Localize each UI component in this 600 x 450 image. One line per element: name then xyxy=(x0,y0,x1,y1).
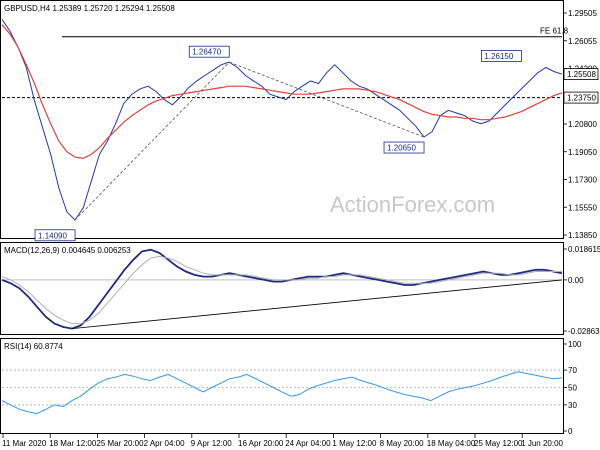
price-y-tick-label: 1.26055 xyxy=(568,37,597,46)
watermark: ActionForex.com xyxy=(330,192,495,217)
x-tick-label: 1 May 12:00 xyxy=(332,439,377,448)
chart-canvas: ActionForex.com GBPUSD,H4 1.25389 1.2572… xyxy=(0,0,600,448)
price-annotation-label: 1.26470 xyxy=(192,48,221,57)
price-y-tick-label: 1.17300 xyxy=(568,176,597,185)
x-tick-label: 2 Apr 04:00 xyxy=(144,439,185,448)
macd-y-tick-label: 0.00 xyxy=(568,276,584,285)
price-y-tick-label: 1.13850 xyxy=(568,231,597,240)
price-y-tick-label: 1.15550 xyxy=(568,203,597,212)
price-y-tick-label: 1.29505 xyxy=(568,9,597,18)
x-tick-label: 25 Mar 20:00 xyxy=(96,439,144,448)
x-tick-label: 8 May 20:00 xyxy=(380,439,425,448)
price-header: GBPUSD,H4 1.25389 1.25720 1.25294 1.2550… xyxy=(4,4,175,13)
price-y-tick-label: 1.20800 xyxy=(568,120,597,129)
x-tick-label: 18 Mar 12:00 xyxy=(49,439,97,448)
rsi-y-tick-label: 30 xyxy=(568,401,577,410)
x-axis-layer: 11 Mar 2020 18 Mar 12:00 25 Mar 20:00 2 Apr… xyxy=(2,434,564,448)
price-annotation-label: 1.26150 xyxy=(484,52,513,61)
x-tick-label: 24 Apr 04:00 xyxy=(285,439,331,448)
level-price-label: 1.23750 xyxy=(567,94,596,103)
y-axis-layer: 1.295051.260551.243001.225501.208001.190… xyxy=(563,9,600,436)
price-annotation-label: 1.20650 xyxy=(387,144,416,153)
rsi-y-tick-label: 0 xyxy=(568,427,573,436)
price-annotation-label: 1.14090 xyxy=(38,231,67,240)
x-tick-label: 9 Apr 12:00 xyxy=(191,439,232,448)
macd-header: MACD(12,26,9) 0.004645 0.006253 xyxy=(4,246,131,255)
current-price-label: 1.25508 xyxy=(567,70,596,79)
x-tick-label: 25 May 12:00 xyxy=(474,439,523,448)
fe-level-label: FE 61.8 xyxy=(540,27,569,36)
x-tick-label: 16 Apr 20:00 xyxy=(238,439,284,448)
macd-y-tick-label: -0.028631 xyxy=(568,327,600,336)
rsi-panel xyxy=(0,338,564,434)
x-tick-label: 11 Mar 2020 xyxy=(2,439,47,448)
macd-y-tick-label: 0.018615 xyxy=(568,245,600,254)
rsi-y-tick-label: 50 xyxy=(568,384,577,393)
rsi-header: RSI(14) 60.8774 xyxy=(4,342,63,351)
price-y-tick-label: 1.19050 xyxy=(568,148,597,157)
x-tick-label: 18 May 04:00 xyxy=(427,439,476,448)
rsi-y-tick-label: 100 xyxy=(568,340,582,349)
x-tick-label: 1 Jun 20:00 xyxy=(521,439,563,448)
rsi-y-tick-label: 70 xyxy=(568,366,577,375)
